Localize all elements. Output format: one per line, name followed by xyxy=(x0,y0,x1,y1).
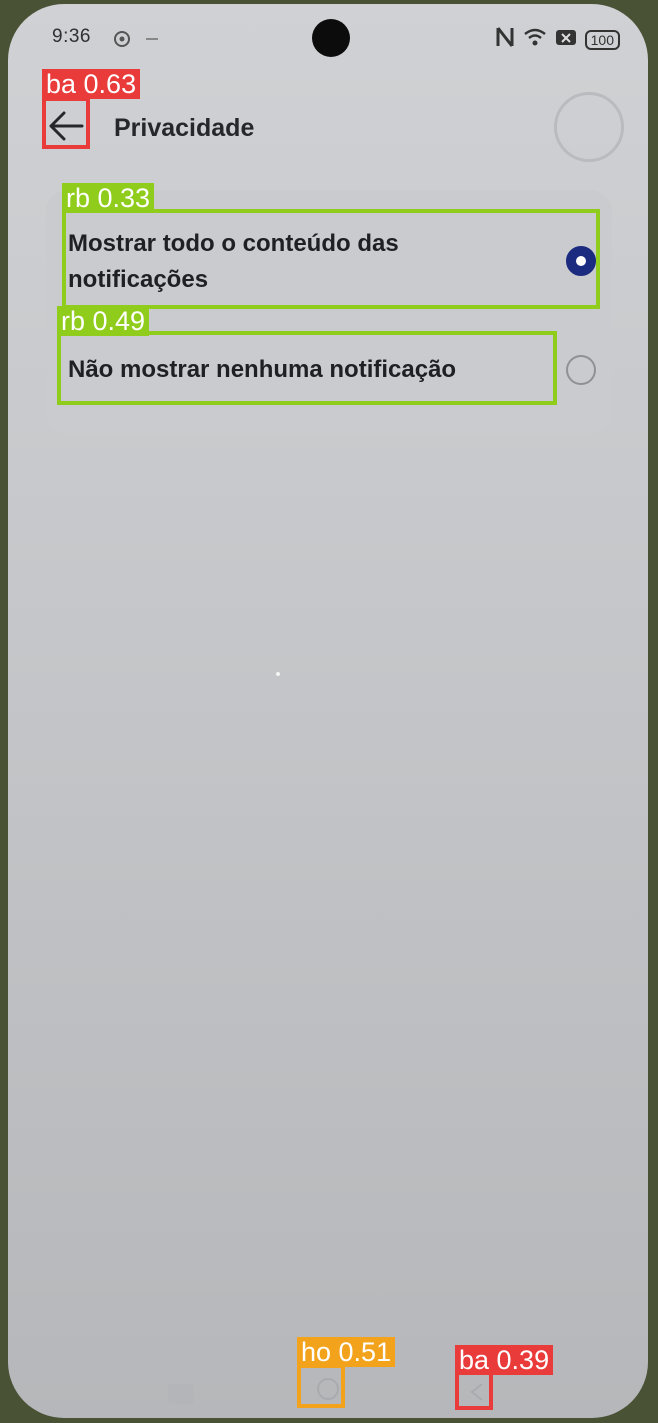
status-icons: 100 xyxy=(495,26,620,53)
home-button[interactable] xyxy=(308,1369,348,1409)
status-time: 9:36 xyxy=(52,26,91,47)
recents-button[interactable] xyxy=(168,1384,194,1404)
minus-status-icon xyxy=(144,29,160,54)
nfc-icon xyxy=(495,26,515,53)
nav-back-button[interactable] xyxy=(460,1374,496,1410)
nav-back-icon xyxy=(470,1383,483,1401)
app-header: Privacidade xyxy=(8,88,648,162)
settings-status-icon xyxy=(112,29,132,54)
touch-dot xyxy=(276,672,280,676)
radio-show-all[interactable] xyxy=(566,246,596,276)
privacy-options-card: Mostrar todo o conteúdo das notificações… xyxy=(46,190,612,434)
arrow-left-icon xyxy=(49,111,84,141)
signal-off-icon xyxy=(555,27,577,52)
back-button[interactable] xyxy=(42,102,90,150)
option-hide-all[interactable]: Não mostrar nenhuma notificação xyxy=(46,326,612,414)
profile-circle[interactable] xyxy=(554,92,624,162)
front-camera xyxy=(312,19,350,57)
radio-hide-all[interactable] xyxy=(566,355,596,385)
page-title: Privacidade xyxy=(114,114,255,142)
option-hide-all-label: Não mostrar nenhuma notificação xyxy=(68,356,457,383)
option-show-all-label-line2: notificações xyxy=(68,266,209,293)
phone-frame: 9:36 100 Privacidade Mostrar todo o cont… xyxy=(0,0,658,1423)
status-bar: 9:36 100 xyxy=(8,4,648,74)
battery-icon: 100 xyxy=(584,29,620,50)
wifi-icon xyxy=(523,27,547,52)
option-show-all-label-line1: Mostrar todo o conteúdo das xyxy=(68,230,399,257)
option-show-all[interactable]: Mostrar todo o conteúdo das notificações xyxy=(46,208,612,312)
screen: 9:36 100 Privacidade Mostrar todo o cont… xyxy=(8,4,648,1418)
